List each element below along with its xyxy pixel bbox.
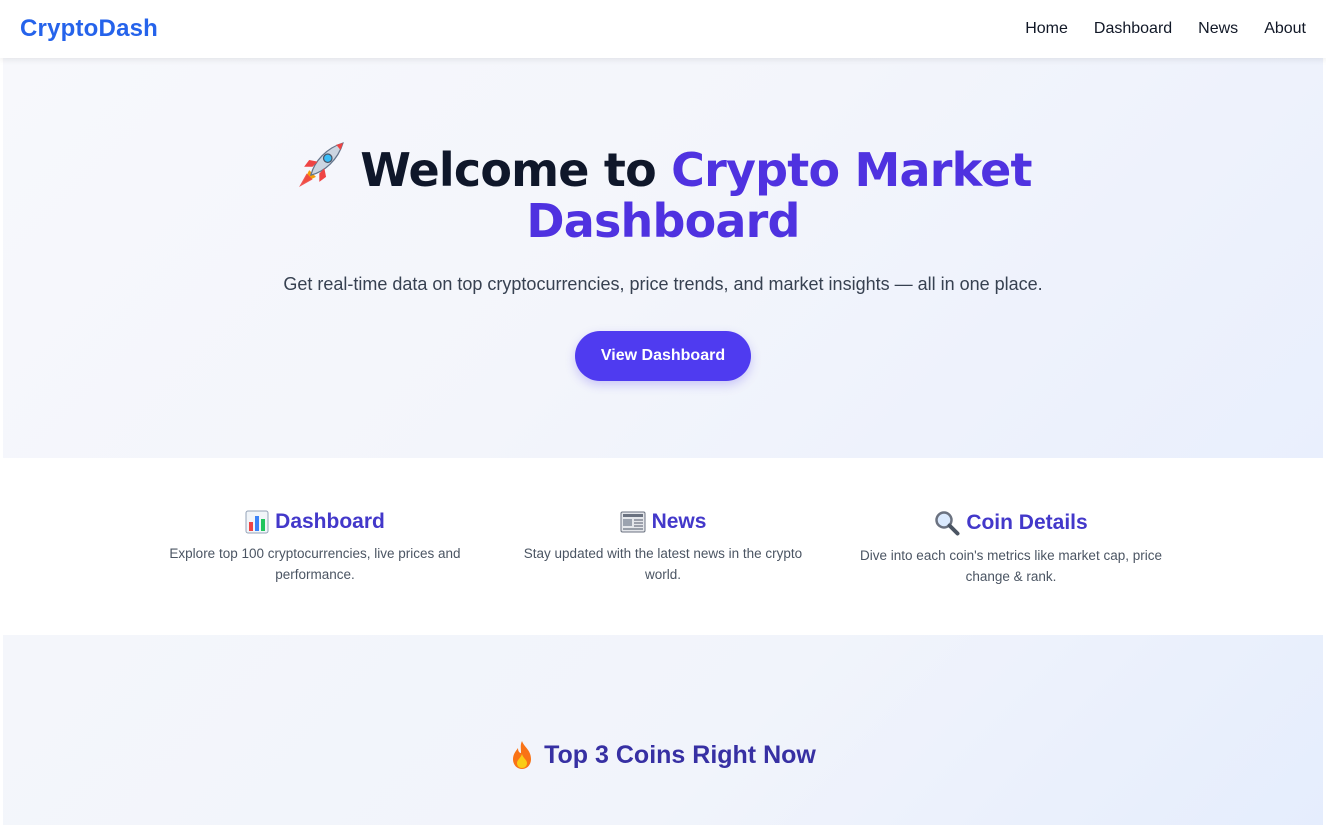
hero-title-prefix: Welcome to <box>360 143 656 197</box>
feature-title: News <box>651 510 707 533</box>
nav-link-about[interactable]: About <box>1264 20 1306 38</box>
feature-description: Stay updated with the latest news in the… <box>523 546 803 582</box>
features-section: Dashboard Explore top 100 cryptocurrenci… <box>0 458 1326 635</box>
feature-description: Dive into each coin's metrics like marke… <box>860 548 1162 584</box>
feature-card-coin-details: Coin Details Dive into each coin's metri… <box>852 510 1170 635</box>
top-coins-section: Top 3 Coins Right Now <box>3 635 1323 825</box>
top-coins-title-text: Top 3 Coins Right Now <box>544 740 816 769</box>
feature-heading: Coin Details <box>852 510 1170 536</box>
feature-title: Coin Details <box>966 511 1088 534</box>
view-dashboard-button[interactable]: View Dashboard <box>574 331 752 382</box>
bar-chart-icon <box>245 510 269 534</box>
top-coins-title: Top 3 Coins Right Now <box>510 685 816 825</box>
nav-link-news[interactable]: News <box>1198 20 1238 38</box>
nav-link-dashboard[interactable]: Dashboard <box>1094 20 1172 38</box>
magnifier-icon <box>935 511 960 536</box>
feature-card-news: News Stay updated with the latest news i… <box>504 510 822 635</box>
newspaper-icon <box>620 511 646 533</box>
feature-card-dashboard: Dashboard Explore top 100 cryptocurrenci… <box>156 510 474 635</box>
rocket-icon <box>299 142 345 187</box>
feature-title: Dashboard <box>275 510 385 533</box>
feature-heading: Dashboard <box>156 510 474 534</box>
feature-description: Explore top 100 cryptocurrencies, live p… <box>169 546 461 582</box>
nav-link-home[interactable]: Home <box>1025 20 1068 38</box>
hero-subtitle: Get real-time data on top cryptocurrenci… <box>283 274 1043 295</box>
hero-title: Welcome to Crypto Market Dashboard <box>253 138 1073 246</box>
nav-links: Home Dashboard News About <box>1025 20 1306 38</box>
feature-heading: News <box>504 510 822 534</box>
brand-logo[interactable]: CryptoDash <box>20 15 158 43</box>
hero-section: Welcome to Crypto Market Dashboard Get r… <box>3 58 1323 458</box>
fire-icon <box>513 741 532 769</box>
navbar: CryptoDash Home Dashboard News About <box>0 0 1326 58</box>
